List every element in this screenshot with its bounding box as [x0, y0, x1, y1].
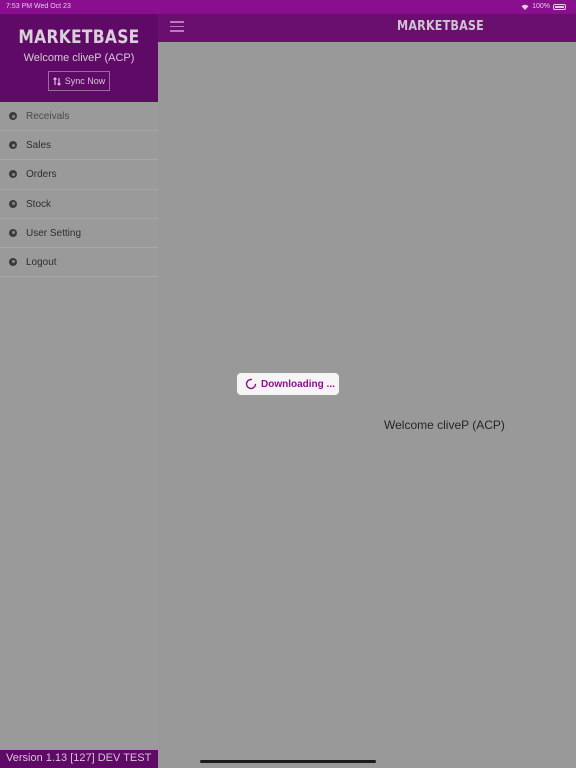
menu-item-sales[interactable]: Sales	[0, 131, 158, 161]
sync-now-button[interactable]: Sync Now	[47, 71, 111, 91]
drawer-welcome-text: Welcome cliveP (ACP)	[23, 52, 135, 64]
battery-icon	[553, 3, 566, 10]
hamburger-menu-icon[interactable]	[170, 21, 184, 33]
home-indicator[interactable]	[200, 760, 376, 763]
status-indicators: 100%	[521, 3, 566, 10]
menu-item-receivals[interactable]: Receivals	[0, 102, 158, 132]
status-time: 7:53 PM Wed Oct 23	[6, 3, 71, 10]
menu-item-label: Logout	[26, 256, 57, 268]
battery-percent: 100%	[532, 3, 550, 10]
app-bar: MARKETBASE	[158, 14, 576, 42]
status-bar: 7:53 PM Wed Oct 23 100%	[0, 0, 576, 14]
drawer-header: MARKETBASE Welcome cliveP (ACP) Sync Now	[0, 14, 158, 102]
wifi-icon	[521, 4, 529, 10]
menu-item-stock[interactable]: Stock	[0, 190, 158, 219]
side-drawer: MARKETBASE Welcome cliveP (ACP) Sync Now…	[0, 14, 158, 768]
logout-icon	[9, 257, 17, 266]
main-welcome-text: Welcome cliveP (ACP)	[384, 418, 505, 432]
version-label: Version 1.13 [127] DEV TEST	[0, 750, 158, 768]
orders-icon	[9, 170, 17, 179]
menu-item-label: Stock	[26, 198, 52, 210]
stock-icon	[9, 199, 17, 208]
menu-item-label: Sales	[26, 140, 52, 152]
receivals-icon	[9, 112, 17, 120]
loading-text: Downloading ...	[261, 378, 335, 390]
spinner-icon	[245, 378, 257, 390]
loading-toast: Downloading ...	[237, 373, 339, 395]
menu-item-logout[interactable]: Logout	[0, 248, 158, 278]
menu-item-label: Receivals	[26, 111, 70, 122]
app-title: MARKETBASE	[397, 19, 484, 34]
menu-item-label: User Setting	[26, 227, 82, 239]
sync-now-label: Sync Now	[64, 76, 106, 86]
sync-arrows-icon	[52, 76, 61, 86]
drawer-menu: Receivals Sales Orders Stock User Settin…	[0, 102, 158, 278]
user-setting-icon	[9, 228, 17, 237]
drawer-brand: MARKETBASE	[18, 26, 140, 48]
menu-item-label: Orders	[26, 169, 57, 181]
menu-item-orders[interactable]: Orders	[0, 160, 158, 190]
menu-item-user-setting[interactable]: User Setting	[0, 219, 158, 248]
sales-icon	[9, 141, 17, 150]
